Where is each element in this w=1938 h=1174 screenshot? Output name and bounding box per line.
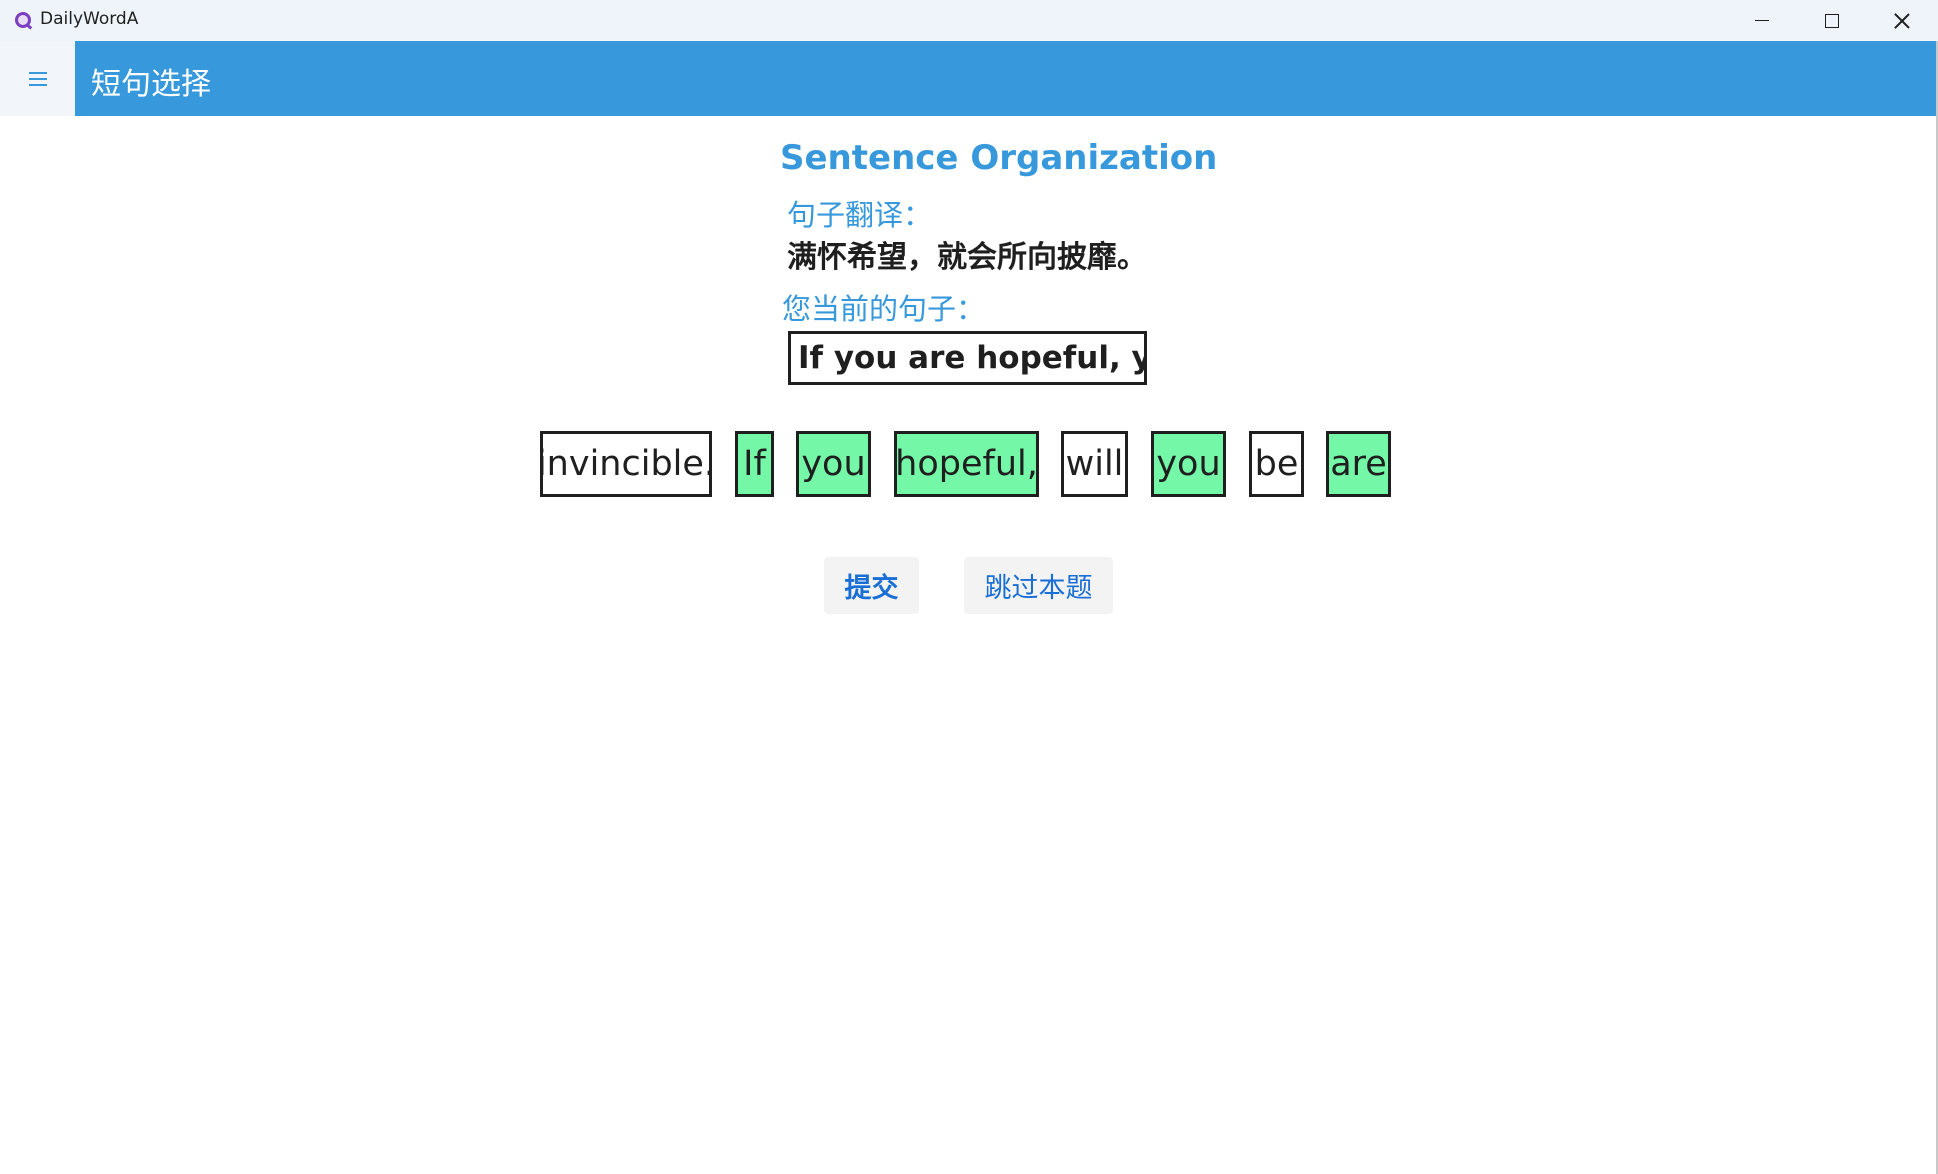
maximize-button[interactable] xyxy=(1797,0,1867,41)
app-title: DailyWordA xyxy=(40,9,139,29)
minimize-button[interactable] xyxy=(1727,0,1797,41)
app-window: DailyWordA 短句选择 Sentence Organization 句子… xyxy=(0,0,1938,1174)
word-chip[interactable]: invincible. xyxy=(537,431,715,497)
current-sentence-label: 您当前的句子： xyxy=(782,292,986,326)
translation-label: 句子翻译： xyxy=(787,198,933,232)
app-logo-icon xyxy=(15,12,31,28)
app-header: 短句选择 xyxy=(0,41,1936,116)
close-icon xyxy=(1894,13,1910,29)
current-sentence-box: If you are hopeful, you xyxy=(788,331,1147,385)
word-chip[interactable]: hopeful, xyxy=(894,431,1039,497)
word-chip[interactable]: are xyxy=(1326,431,1391,497)
skip-button[interactable]: 跳过本题 xyxy=(964,557,1113,614)
word-chip[interactable]: be xyxy=(1249,431,1304,497)
hamburger-icon xyxy=(28,71,47,86)
translation-text: 满怀希望，就会所向披靡。 xyxy=(787,240,1147,275)
menu-button[interactable] xyxy=(0,41,75,116)
title-bar[interactable]: DailyWordA xyxy=(0,0,1938,41)
close-button[interactable] xyxy=(1867,0,1937,41)
minimize-icon xyxy=(1755,19,1769,22)
submit-button[interactable]: 提交 xyxy=(824,557,919,614)
word-chip[interactable]: you xyxy=(1151,431,1226,497)
word-chip[interactable]: will xyxy=(1061,431,1128,497)
word-chip[interactable]: If xyxy=(735,431,774,497)
word-chip[interactable]: you xyxy=(796,431,871,497)
page-title: 短句选择 xyxy=(91,67,211,102)
maximize-icon xyxy=(1825,13,1839,28)
content-title: Sentence Organization xyxy=(780,138,1218,178)
